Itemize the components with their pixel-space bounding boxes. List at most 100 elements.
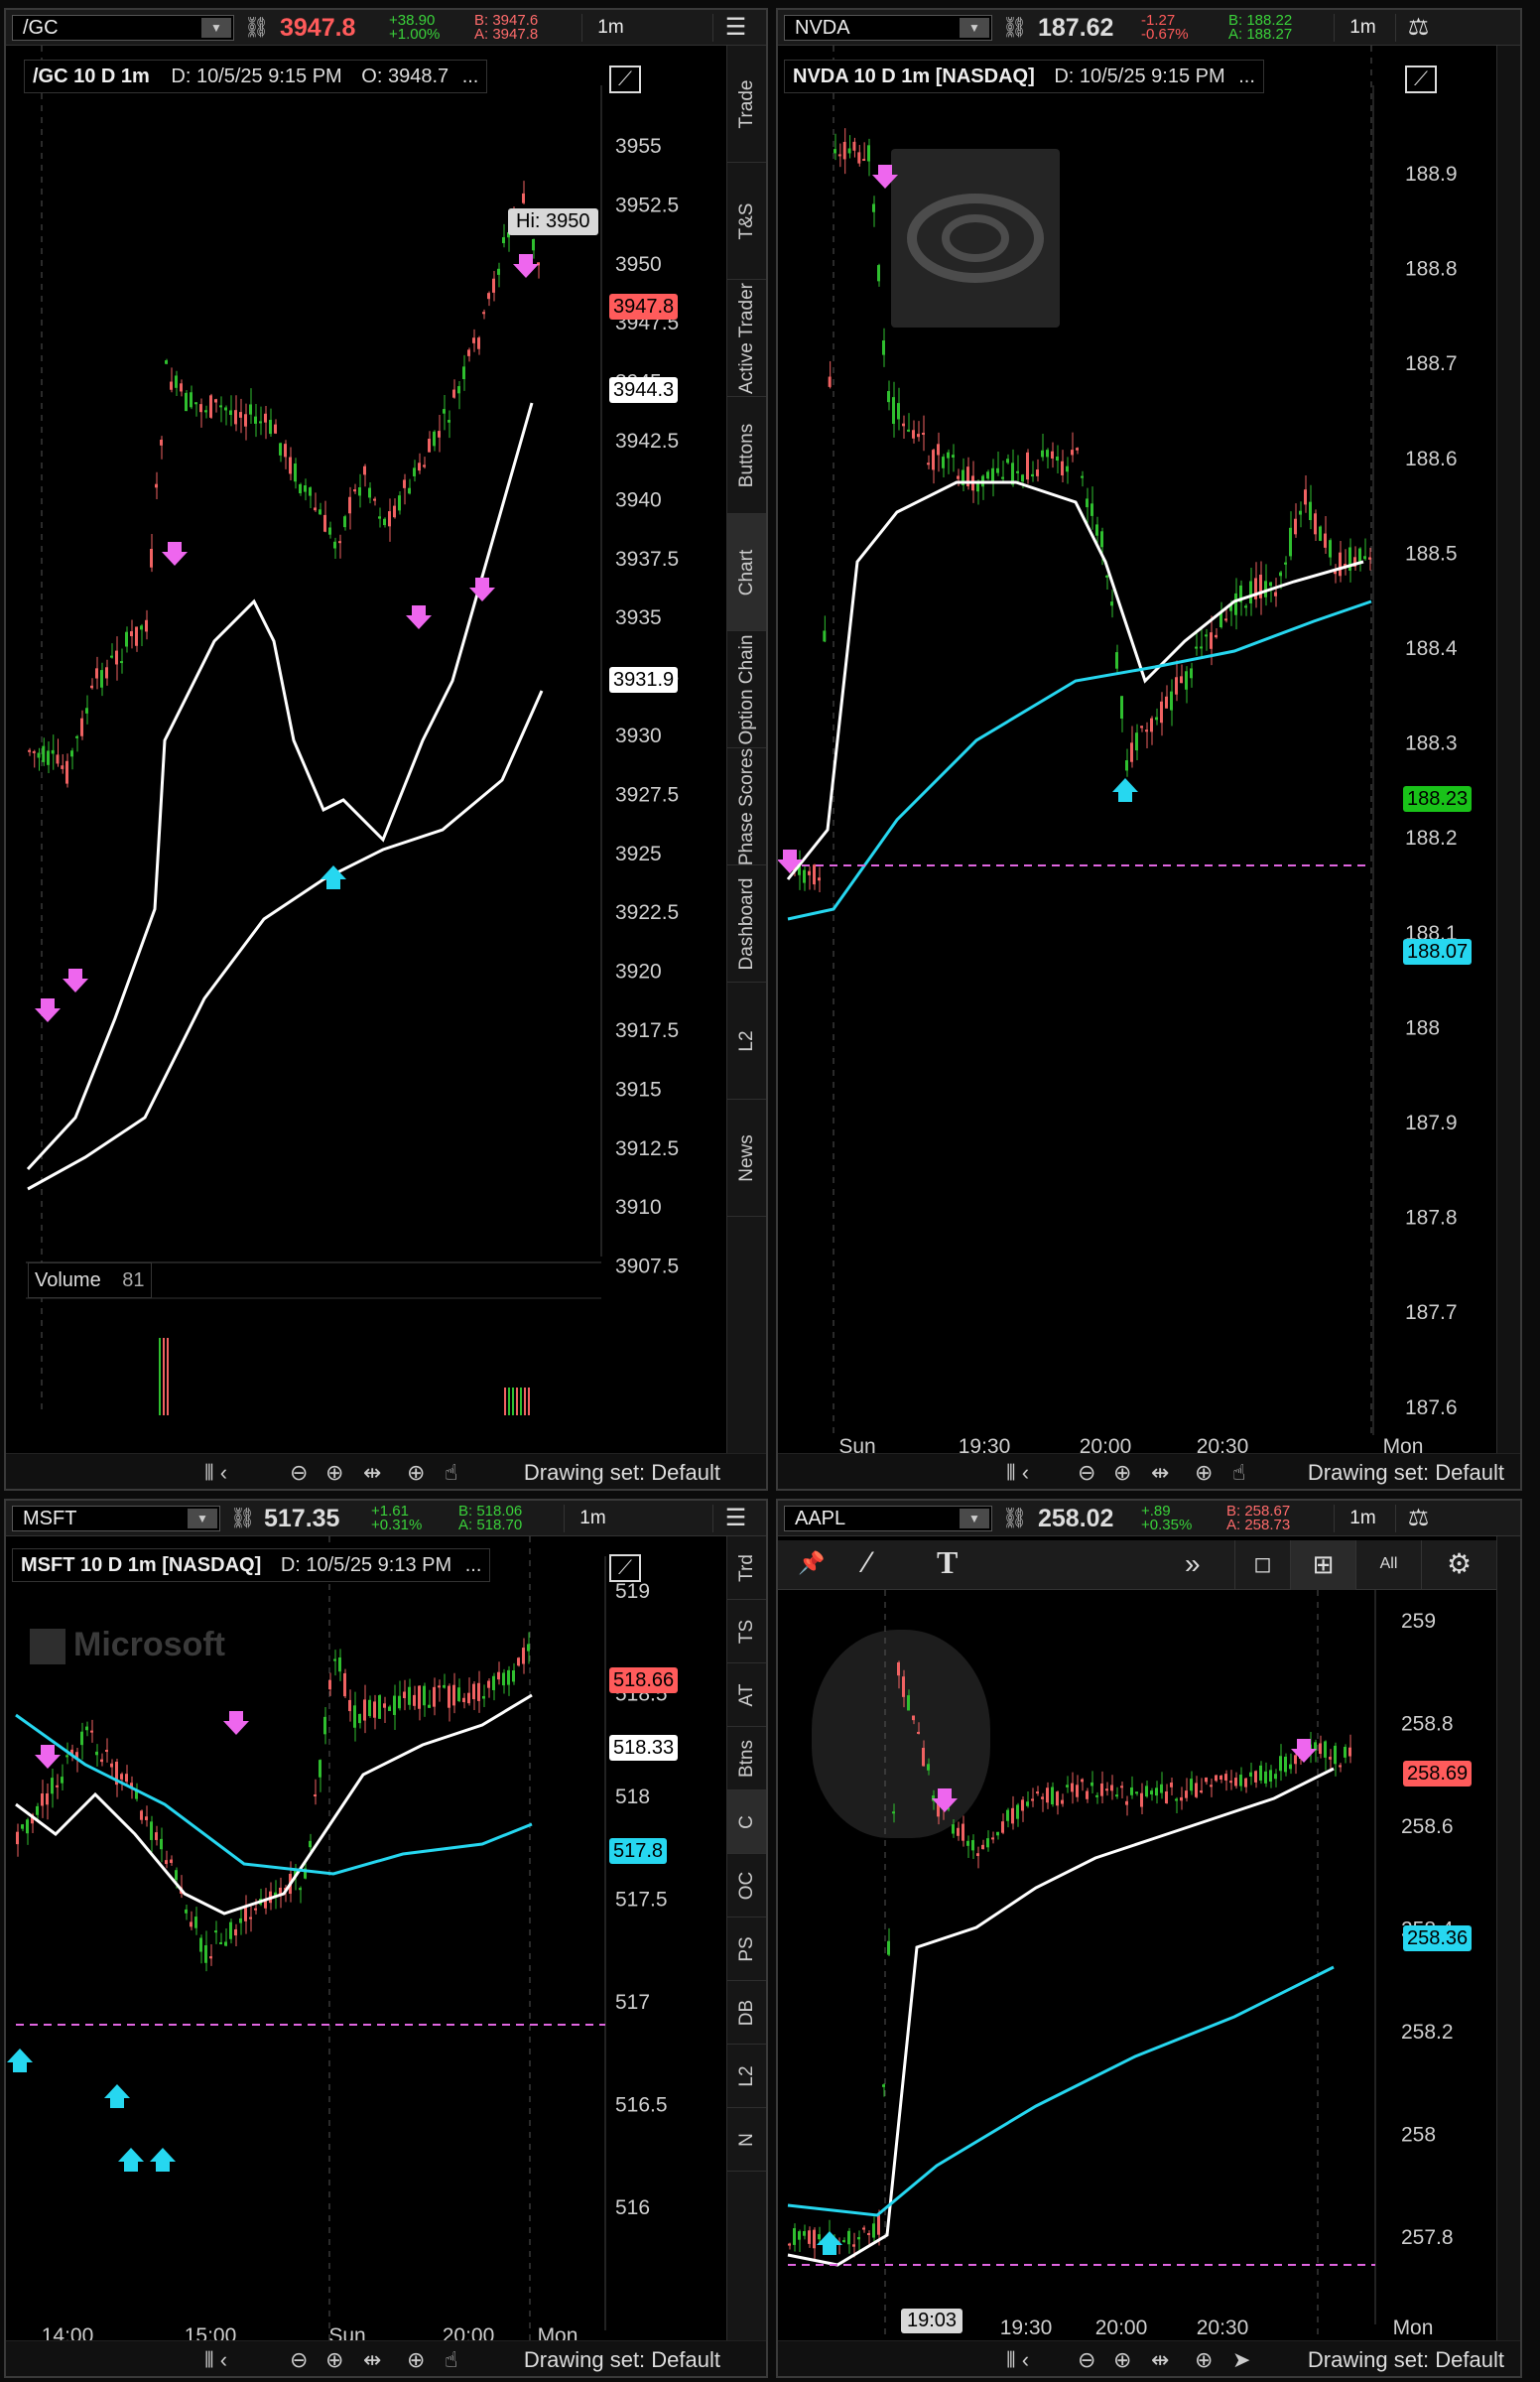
symbol-selector[interactable]: MSFT ▼ (12, 1506, 220, 1531)
drawing-toggle-icon[interactable]: ⟋ (609, 1554, 641, 1582)
side-tab-c[interactable]: C (727, 1790, 766, 1854)
chevron-down-icon[interactable]: ▼ (201, 18, 231, 38)
line-tool-icon[interactable]: ⁄ (865, 1546, 870, 1580)
link-icon[interactable]: ⛓ (244, 15, 269, 41)
drawing-toggle-icon[interactable]: ⟋ (1405, 66, 1437, 93)
candle (378, 1695, 381, 1719)
y-tick-label: 516 (615, 2196, 650, 2219)
side-tab-btns[interactable]: Btns (727, 1727, 766, 1790)
side-tab-buttons[interactable]: Buttons (727, 397, 766, 514)
text-tool-icon[interactable]: T (937, 1544, 958, 1581)
moving-average-line (27, 690, 544, 1191)
candle (423, 1685, 426, 1706)
zoom-in-icon[interactable]: ⊕ (1113, 2347, 1131, 2373)
more-studies[interactable]: ... (462, 66, 479, 87)
pan-icon[interactable]: ⇹ (1151, 2347, 1169, 2373)
aggregation-selector[interactable]: 1m (1334, 1505, 1391, 1532)
side-tab-l2[interactable]: L2 (727, 983, 766, 1100)
side-tab-chart[interactable]: Chart (727, 514, 766, 631)
crosshair-icon[interactable]: ⊕ (1195, 1460, 1213, 1486)
symbol-selector[interactable]: /GC ▼ (12, 15, 234, 41)
side-tab-label: Active Trader (736, 282, 757, 394)
crosshair-icon[interactable]: ⊕ (407, 2347, 425, 2373)
more-studies[interactable]: ... (1238, 66, 1255, 87)
zoom-in-icon[interactable]: ⊕ (325, 1460, 343, 1486)
side-tab-n[interactable]: N (727, 2108, 766, 2172)
zoom-in-icon[interactable]: ⊕ (325, 2347, 343, 2373)
drawing-set-label[interactable]: Drawing set: Default (1308, 1460, 1504, 1486)
y-tick-label: 3955 (615, 135, 662, 158)
drawing-toggle-icon[interactable]: ⟋ (609, 66, 641, 93)
menu-icon[interactable]: ☰ (712, 1505, 758, 1532)
candle (75, 735, 78, 738)
price-chart[interactable]: 188.9 188.8 188.7 188.6 188.5 188.4 188.3 188.2… (778, 46, 1484, 1455)
zoom-out-icon[interactable]: ⊖ (290, 2347, 308, 2373)
stop-icon[interactable]: ◻ (1234, 1540, 1290, 1590)
scroll-left-icon[interactable]: ⦀ ‹ (204, 1460, 227, 1486)
aggregation-selector[interactable]: 1m (1334, 14, 1391, 42)
volume-title: Volume 81 (28, 1262, 152, 1298)
zoom-out-icon[interactable]: ⊖ (1078, 2347, 1095, 2373)
pan-icon[interactable]: ⇹ (363, 1460, 381, 1486)
symbol-selector[interactable]: NVDA ▼ (784, 15, 992, 41)
crosshair-icon[interactable]: ⊕ (407, 1460, 425, 1486)
scroll-left-icon[interactable]: ⦀ ‹ (1006, 1460, 1029, 1486)
side-tab-ts[interactable]: TS (727, 1600, 766, 1663)
side-tab-phase-scores[interactable]: Phase Scores (727, 747, 766, 865)
pan-icon[interactable]: ⇹ (363, 2347, 381, 2373)
link-icon[interactable]: ⛓ (230, 1506, 255, 1531)
price-chart[interactable]: 259258.8258.6258.4258.2258257.819:3020:0… (778, 1590, 1484, 2344)
cursor-hand-icon[interactable]: ☝ (1232, 1460, 1245, 1486)
price-chart[interactable]: 519518.5518517.5517516.551614:00 15:00 Sun… (6, 1536, 730, 2350)
more-tools-icon[interactable]: » (1185, 1548, 1201, 1580)
cursor-hand-icon[interactable]: ☝ (445, 1460, 457, 1486)
zoom-out-icon[interactable]: ⊖ (1078, 1460, 1095, 1486)
side-tab-oc[interactable]: OC (727, 1854, 766, 1918)
symbol-selector[interactable]: AAPL ▼ (784, 1506, 992, 1531)
side-tab-db[interactable]: DB (727, 1981, 766, 2045)
link-icon[interactable]: ⛓ (1002, 15, 1027, 41)
gear-icon[interactable]: ⚙ (1421, 1540, 1496, 1590)
chevron-down-icon[interactable]: ▼ (960, 1509, 989, 1528)
scroll-left-icon[interactable]: ⦀ ‹ (204, 2347, 227, 2373)
side-tab-l2[interactable]: L2 (727, 2045, 766, 2108)
pan-icon[interactable]: ⇹ (1151, 1460, 1169, 1486)
all-button[interactable]: All (1355, 1540, 1421, 1590)
chevron-down-icon[interactable]: ▼ (960, 18, 989, 38)
side-tab-trd[interactable]: Trd (727, 1536, 766, 1600)
candle (85, 1726, 88, 1731)
grid-icon[interactable]: ⊞ (1290, 1540, 1355, 1590)
side-tab-ps[interactable]: PS (727, 1918, 766, 1981)
aggregation-selector[interactable]: 1m (581, 14, 639, 42)
menu-icon[interactable]: ☰ (712, 14, 758, 42)
drawing-set-label[interactable]: Drawing set: Default (524, 1460, 720, 1486)
side-tab-option-chain[interactable]: Option Chain (727, 631, 766, 748)
chart-settings-icon[interactable]: ⚖ (1395, 1505, 1441, 1532)
pointer-icon[interactable]: ➤ (1232, 2347, 1250, 2373)
candle (788, 2243, 791, 2246)
cursor-hand-icon[interactable]: ☝ (445, 2347, 457, 2373)
aggregation-selector[interactable]: 1m (564, 1505, 621, 1532)
chevron-down-icon[interactable]: ▼ (188, 1509, 217, 1528)
chart-settings-icon[interactable]: ⚖ (1395, 14, 1441, 42)
zoom-out-icon[interactable]: ⊖ (290, 1460, 308, 1486)
side-tab-trade[interactable]: Trade (727, 46, 766, 163)
pin-icon[interactable]: 📌 (798, 1550, 825, 1576)
side-tab-news[interactable]: News (727, 1100, 766, 1217)
zoom-in-icon[interactable]: ⊕ (1113, 1460, 1131, 1486)
candle (877, 265, 880, 282)
drawing-set-label[interactable]: Drawing set: Default (1308, 2347, 1504, 2373)
side-tab-t-s[interactable]: T&S (727, 163, 766, 280)
scroll-left-icon[interactable]: ⦀ ‹ (1006, 2347, 1029, 2373)
side-tab-at[interactable]: AT (727, 1663, 766, 1727)
candle (907, 429, 910, 432)
drawing-set-label[interactable]: Drawing set: Default (524, 2347, 720, 2373)
link-icon[interactable]: ⛓ (1002, 1506, 1027, 1531)
side-tab-dashboard[interactable]: Dashboard (727, 865, 766, 983)
price-chart[interactable]: 39553952.539503947.539453942.539403937.5… (6, 46, 730, 1415)
more-studies[interactable]: ... (465, 1554, 482, 1576)
crosshair-icon[interactable]: ⊕ (1195, 2347, 1213, 2373)
side-tab-active-trader[interactable]: Active Trader (727, 280, 766, 397)
y-tick-label: 517 (615, 1991, 650, 2014)
candle (398, 1695, 401, 1709)
